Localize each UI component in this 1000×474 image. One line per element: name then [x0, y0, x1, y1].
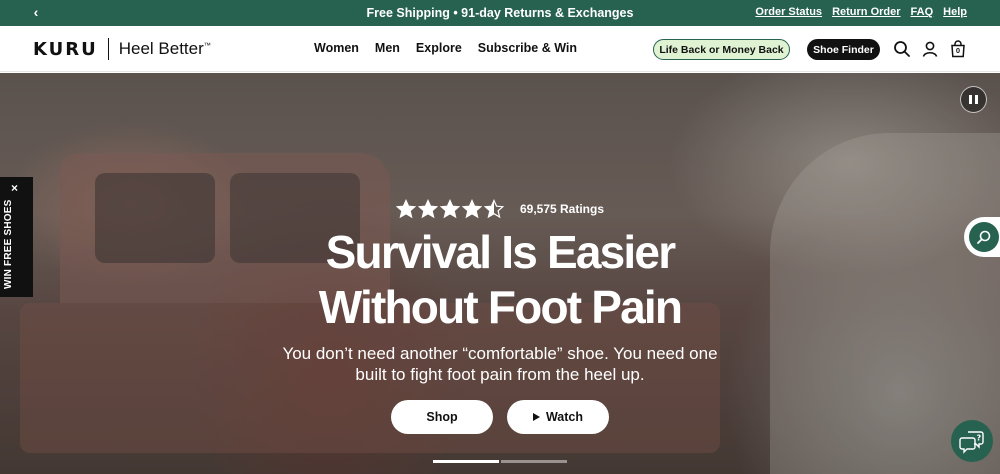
life-back-button[interactable]: Life Back or Money Back: [653, 39, 790, 60]
hero-headline: Survival Is Easier Without Foot Pain: [0, 225, 1000, 335]
faq-link[interactable]: FAQ: [911, 6, 934, 18]
chat-help-icon: ?: [959, 431, 984, 454]
pause-button[interactable]: [960, 86, 987, 113]
win-free-shoes-tab[interactable]: × WIN FREE SHOES: [0, 177, 33, 297]
account-icon[interactable]: [921, 40, 939, 58]
win-free-shoes-label: WIN FREE SHOES: [3, 199, 14, 289]
zoom-search-icon: [969, 222, 999, 252]
slide-progress: [433, 460, 567, 463]
announcement-prev-button[interactable]: ‹: [29, 4, 43, 20]
logo-tagline: Heel Better™: [118, 39, 211, 58]
site-header: KURU Heel Better™ Women Men Explore Subs…: [0, 26, 1000, 72]
star-full-icon: [395, 199, 416, 219]
order-status-link[interactable]: Order Status: [755, 6, 822, 18]
watch-button[interactable]: Watch: [507, 400, 609, 434]
nav-explore[interactable]: Explore: [416, 41, 462, 55]
hero-subheadline-line1: You don’t need another “comfortable” sho…: [282, 344, 718, 363]
main-nav: Women Men Explore Subscribe & Win: [314, 41, 577, 55]
hero-subheadline: You don’t need another “comfortable” sho…: [0, 343, 1000, 385]
star-half-icon: [483, 199, 504, 219]
logo-brand: KURU: [33, 38, 98, 60]
hero-headline-line2: Without Foot Pain: [318, 281, 683, 333]
cart-count: 0: [955, 46, 961, 55]
slide-indicator[interactable]: [501, 460, 567, 463]
star-full-icon: [417, 199, 438, 219]
shoe-finder-button[interactable]: Shoe Finder: [807, 39, 880, 60]
logo[interactable]: KURU Heel Better™: [33, 38, 211, 60]
hero-subheadline-line2: built to fight foot pain from the heel u…: [355, 365, 645, 384]
cart-icon[interactable]: 0: [949, 40, 967, 58]
nav-women[interactable]: Women: [314, 41, 359, 55]
nav-men[interactable]: Men: [375, 41, 400, 55]
return-order-link[interactable]: Return Order: [832, 6, 900, 18]
utility-links: Order Status Return Order FAQ Help: [755, 6, 967, 18]
hero-video[interactable]: 69,575 Ratings Survival Is Easier Withou…: [0, 73, 1000, 474]
play-icon: [532, 413, 540, 421]
floating-search-tab[interactable]: [964, 217, 1000, 257]
announcement-bar: ‹ Free Shipping • 91-day Returns & Excha…: [0, 0, 1000, 26]
search-icon[interactable]: [893, 40, 911, 58]
star-full-icon: [439, 199, 460, 219]
hero-headline-line1: Survival Is Easier: [325, 226, 676, 278]
logo-divider: [107, 38, 109, 60]
slide-indicator[interactable]: [433, 460, 499, 463]
svg-text:?: ?: [977, 434, 982, 443]
rating-count: 69,575 Ratings: [519, 202, 605, 216]
hero-rating: 69,575 Ratings: [0, 199, 1000, 219]
nav-subscribe-win[interactable]: Subscribe & Win: [478, 41, 577, 55]
star-full-icon: [461, 199, 482, 219]
chat-button[interactable]: ?: [951, 420, 993, 462]
watch-label: Watch: [545, 410, 584, 424]
rating-stars: [395, 199, 504, 219]
help-link[interactable]: Help: [943, 6, 967, 18]
shop-button[interactable]: Shop: [391, 400, 493, 434]
